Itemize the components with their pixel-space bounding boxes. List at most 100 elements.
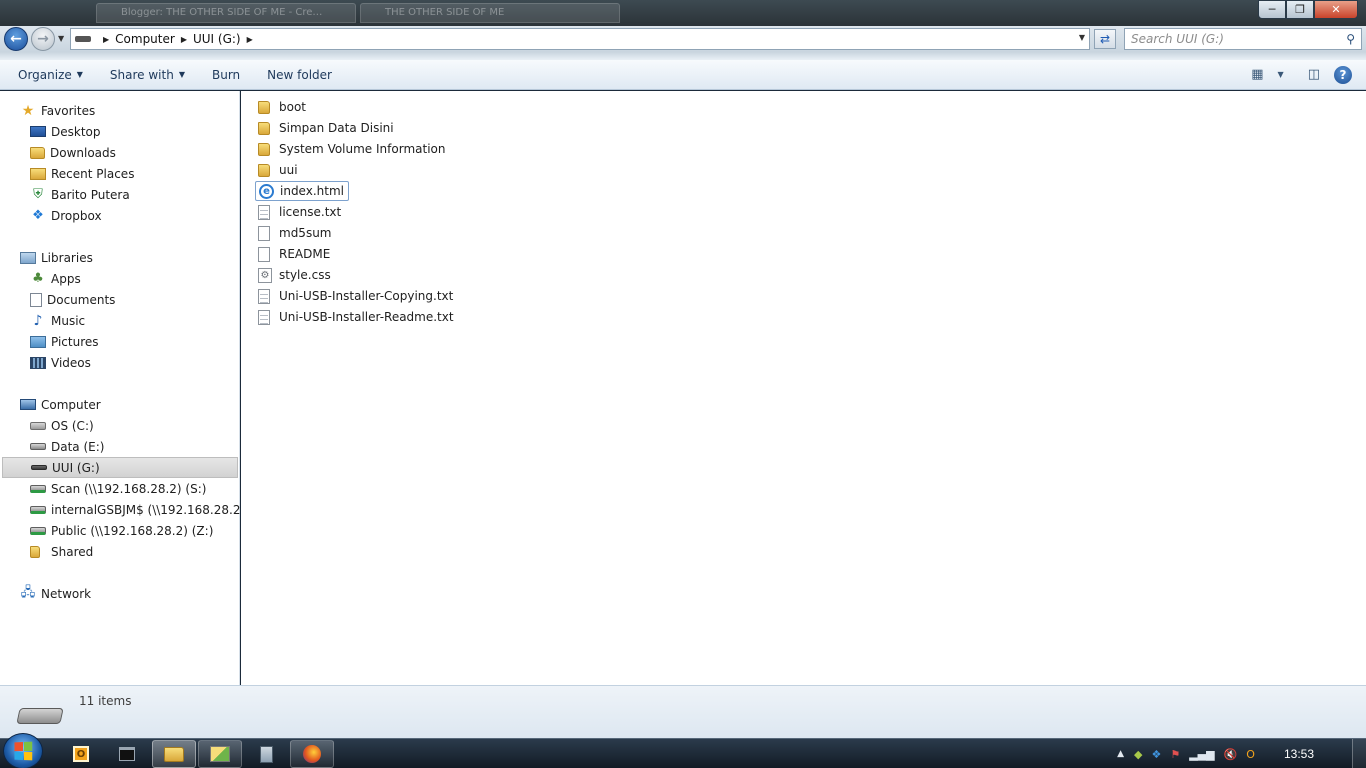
action-center-icon[interactable]: ⚑	[1170, 748, 1180, 761]
search-icon[interactable]: ⚲	[1346, 32, 1355, 46]
chevron-right-icon[interactable]: ▶	[181, 35, 187, 44]
usb-drive-icon	[16, 708, 64, 724]
organize-button[interactable]: Organize ▼	[9, 64, 92, 86]
item-count: 11 items	[79, 694, 132, 708]
taskbar-calculator[interactable]	[244, 740, 288, 768]
background-tab[interactable]: THE OTHER SIDE OF ME	[360, 3, 620, 23]
file-item-system-volume-information[interactable]: System Volume Information	[255, 139, 449, 159]
downloads-folder-icon	[30, 146, 45, 159]
nav-item-public-z[interactable]: Public (\\192.168.28.2) (Z:)	[0, 520, 240, 541]
nav-item-desktop[interactable]: Desktop	[0, 121, 240, 142]
taskbar-command-prompt[interactable]	[105, 740, 149, 768]
signal-strength-icon[interactable]: ▂▄▆	[1189, 748, 1214, 761]
nav-label: Dropbox	[51, 208, 102, 223]
file-item-readme-txt[interactable]: Uni-USB-Installer-Readme.txt	[255, 307, 458, 327]
title-bar: Blogger: THE OTHER SIDE OF ME - Cre… THE…	[0, 0, 1366, 26]
help-icon[interactable]: ?	[1334, 65, 1352, 84]
address-dropdown[interactable]: ▼	[1079, 33, 1085, 42]
nav-item-barito-putera[interactable]: ⛨ Barito Putera	[0, 184, 240, 205]
file-item-simpan-data-disini[interactable]: Simpan Data Disini	[255, 118, 398, 138]
file-item-readme[interactable]: README	[255, 244, 334, 264]
file-item-uui[interactable]: uui	[255, 160, 302, 180]
breadcrumb-uui-drive[interactable]: UUI (G:)	[193, 32, 241, 46]
show-desktop-button[interactable]	[1352, 739, 1366, 768]
nav-item-internal-y[interactable]: internalGSBJM$ (\\192.168.28.2) (Y:)	[0, 499, 268, 520]
navigation-bar: ← → ▼ ▶ Computer ▶ UUI (G:) ▶ ▼ ⇄ ⚲	[0, 26, 1366, 52]
chevron-down-icon[interactable]: ▼	[1278, 70, 1284, 79]
nav-label: Apps	[51, 271, 81, 286]
show-hidden-icons-button[interactable]: ▲	[1117, 749, 1124, 759]
details-pane: 11 items	[0, 685, 1366, 738]
chevron-right-icon[interactable]: ▶	[247, 35, 253, 44]
file-list[interactable]: boot Simpan Data Disini System Volume In…	[241, 91, 1366, 685]
breadcrumb-computer[interactable]: Computer	[115, 32, 175, 46]
file-item-boot[interactable]: boot	[255, 97, 310, 117]
dropbox-icon[interactable]: ❖	[1151, 748, 1161, 761]
file-item-md5sum[interactable]: md5sum	[255, 223, 336, 243]
favorites-group: ★ Favorites Desktop Downloads Recent Pla…	[0, 100, 240, 226]
nav-item-os-c[interactable]: OS (C:)	[0, 415, 240, 436]
network-group: 🖧 Network	[0, 583, 240, 604]
search-box[interactable]: ⚲	[1124, 28, 1362, 50]
firefox-icon	[303, 745, 321, 763]
start-button[interactable]	[3, 733, 43, 768]
refresh-button[interactable]: ⇄	[1094, 29, 1116, 49]
nav-item-uui-g[interactable]: UUI (G:)	[2, 457, 238, 478]
new-folder-button[interactable]: New folder	[258, 64, 341, 86]
outlook-tray-icon[interactable]: O	[1246, 748, 1255, 761]
file-item-style-css[interactable]: ⚙ style.css	[255, 265, 335, 285]
file-item-copying-txt[interactable]: Uni-USB-Installer-Copying.txt	[255, 286, 457, 306]
taskbar-outlook[interactable]: O	[59, 740, 103, 768]
nav-item-videos[interactable]: Videos	[0, 352, 240, 373]
nav-computer[interactable]: Computer	[0, 394, 240, 415]
change-view-icon[interactable]: ▦	[1251, 67, 1263, 82]
network-share-icon	[210, 746, 230, 762]
share-with-button[interactable]: Share with ▼	[101, 64, 194, 86]
clock[interactable]: 13:53	[1284, 747, 1314, 761]
chevron-down-icon: ▼	[178, 70, 185, 79]
recent-places-icon	[30, 167, 46, 180]
file-name: boot	[279, 100, 307, 114]
preview-pane-icon[interactable]: ◫	[1308, 67, 1320, 82]
volume-muted-icon[interactable]: 🔇	[1224, 748, 1238, 761]
nav-network[interactable]: 🖧 Network	[0, 583, 240, 604]
nav-item-shared[interactable]: Shared	[0, 541, 240, 562]
windows-drive-icon	[30, 421, 46, 430]
minimize-button[interactable]: ─	[1258, 0, 1286, 19]
tray-app-icon[interactable]: ◆	[1134, 748, 1142, 761]
file-item-license-txt[interactable]: license.txt	[255, 202, 345, 222]
nav-label: UUI (G:)	[52, 460, 100, 475]
back-button[interactable]: ←	[4, 27, 28, 51]
file-item-index-html[interactable]: e index.html	[255, 181, 349, 201]
nav-label: Music	[51, 313, 86, 328]
nav-favorites[interactable]: ★ Favorites	[0, 100, 240, 121]
nav-item-music[interactable]: ♪ Music	[0, 310, 240, 331]
nav-item-apps[interactable]: ♣ Apps	[0, 268, 240, 289]
nav-item-scan-s[interactable]: Scan (\\192.168.28.2) (S:)	[0, 478, 240, 499]
command-prompt-icon	[119, 747, 135, 761]
address-bar[interactable]: ▶ Computer ▶ UUI (G:) ▶ ▼	[70, 28, 1090, 50]
navigation-pane[interactable]: ★ Favorites Desktop Downloads Recent Pla…	[0, 91, 268, 685]
nav-item-dropbox[interactable]: ❖ Dropbox	[0, 205, 240, 226]
taskbar-network-share[interactable]	[198, 740, 242, 768]
pictures-icon	[30, 335, 46, 348]
close-button[interactable]: ✕	[1314, 0, 1358, 19]
gear-file-icon: ⚙	[258, 267, 272, 283]
nav-label: Public (\\192.168.28.2) (Z:)	[51, 523, 214, 538]
burn-button[interactable]: Burn	[203, 64, 249, 86]
background-tab[interactable]: Blogger: THE OTHER SIDE OF ME - Cre…	[96, 3, 356, 23]
nav-item-documents[interactable]: Documents	[0, 289, 240, 310]
nav-libraries[interactable]: Libraries	[0, 247, 240, 268]
search-input[interactable]	[1131, 32, 1331, 46]
file-name: Simpan Data Disini	[279, 121, 394, 135]
nav-item-data-e[interactable]: Data (E:)	[0, 436, 240, 457]
maximize-button[interactable]: ❐	[1286, 0, 1314, 19]
nav-item-downloads[interactable]: Downloads	[0, 142, 240, 163]
chevron-right-icon[interactable]: ▶	[103, 35, 109, 44]
taskbar-windows-explorer[interactable]	[152, 740, 196, 768]
taskbar-firefox[interactable]	[290, 740, 334, 768]
nav-item-recent-places[interactable]: Recent Places	[0, 163, 240, 184]
recent-pages-dropdown[interactable]: ▼	[58, 34, 64, 43]
forward-button[interactable]: →	[31, 27, 55, 51]
nav-item-pictures[interactable]: Pictures	[0, 331, 240, 352]
